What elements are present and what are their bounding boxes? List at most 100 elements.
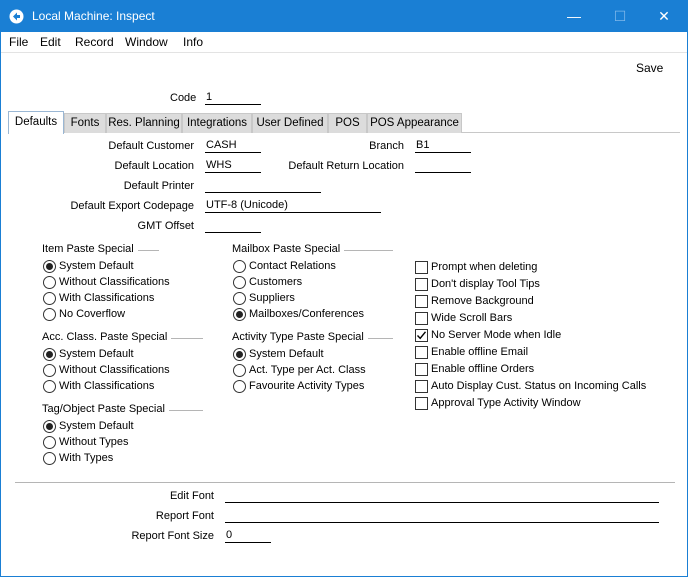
code-label: Code xyxy=(170,92,197,104)
mailbox-paste-group-title: Mailbox Paste Special xyxy=(232,243,345,255)
save-button[interactable]: Save xyxy=(636,61,663,75)
radio-dot xyxy=(236,311,243,318)
radio-label: Without Classifications xyxy=(59,276,170,288)
default-customer-label: Default Customer xyxy=(108,140,194,152)
radio-button[interactable] xyxy=(43,420,56,433)
menu-info[interactable]: Info xyxy=(183,35,203,49)
radio-button[interactable] xyxy=(43,348,56,361)
item-paste-group-title: Item Paste Special xyxy=(42,243,138,255)
radio-button[interactable] xyxy=(233,292,246,305)
checkbox-label: Remove Background xyxy=(431,295,534,307)
report-font-size-field[interactable]: 0 xyxy=(225,529,271,543)
default-export-codepage-field[interactable]: UTF-8 (Unicode) xyxy=(205,199,381,213)
default-location-label: Default Location xyxy=(114,160,195,172)
checkbox-label: Don't display Tool Tips xyxy=(431,278,540,290)
minimize-button[interactable]: — xyxy=(551,1,597,32)
menu-file[interactable]: File xyxy=(9,35,28,49)
radio-label: System Default xyxy=(59,420,134,432)
checkbox-box[interactable] xyxy=(415,397,428,410)
default-customer-field[interactable]: CASH xyxy=(205,139,261,153)
gmt-offset-field[interactable] xyxy=(205,219,261,233)
checkbox-label: Auto Display Cust. Status on Incoming Ca… xyxy=(431,380,647,392)
acc-class-paste-group-title: Acc. Class. Paste Special xyxy=(42,331,172,343)
checkbox-box[interactable] xyxy=(415,278,428,291)
radio-button[interactable] xyxy=(43,380,56,393)
radio-button[interactable] xyxy=(233,364,246,377)
radio-button[interactable] xyxy=(43,364,56,377)
radio-button[interactable] xyxy=(43,436,56,449)
checkbox-label: Enable offline Orders xyxy=(431,363,535,375)
radio-button[interactable] xyxy=(233,260,246,273)
menu-record[interactable]: Record xyxy=(75,35,114,49)
edit-font-field[interactable] xyxy=(225,489,659,503)
radio-label: Act. Type per Act. Class xyxy=(249,364,366,376)
default-printer-label: Default Printer xyxy=(123,180,194,192)
checkbox-box[interactable] xyxy=(415,363,428,376)
report-font-label: Report Font xyxy=(155,510,214,522)
radio-button[interactable] xyxy=(43,292,56,305)
menu-edit[interactable]: Edit xyxy=(40,35,61,49)
menu-window[interactable]: Window xyxy=(125,35,168,49)
radio-dot xyxy=(46,423,53,430)
tab-res-planning[interactable]: Res. Planning xyxy=(106,113,182,133)
toolbar-separator xyxy=(1,52,687,53)
tag-object-paste-group-title: Tag/Object Paste Special xyxy=(42,403,169,415)
tab-fonts[interactable]: Fonts xyxy=(64,113,106,133)
radio-button[interactable] xyxy=(233,308,246,321)
radio-button[interactable] xyxy=(43,276,56,289)
checkbox-box[interactable] xyxy=(415,346,428,359)
radio-button[interactable] xyxy=(43,308,56,321)
tab-pos[interactable]: POS xyxy=(328,113,367,133)
branch-label: Branch xyxy=(369,140,404,152)
radio-label: Mailboxes/Conferences xyxy=(249,308,364,320)
radio-label: With Classifications xyxy=(59,292,155,304)
tab-user-defined[interactable]: User Defined xyxy=(252,113,328,133)
tab-integrations[interactable]: Integrations xyxy=(182,113,252,133)
gmt-offset-label: GMT Offset xyxy=(137,220,194,232)
activity-type-paste-group-title: Activity Type Paste Special xyxy=(232,331,368,343)
checkbox-box[interactable] xyxy=(415,261,428,274)
tab-strip: Defaults Fonts Res. Planning Integration… xyxy=(8,111,680,134)
checkbox-label: Prompt when deleting xyxy=(431,261,538,273)
checkbox-box[interactable] xyxy=(415,329,428,342)
checkbox-label: Wide Scroll Bars xyxy=(431,312,513,324)
checkbox-label: Enable offline Email xyxy=(431,346,529,358)
close-button[interactable]: ✕ xyxy=(641,1,687,32)
radio-button[interactable] xyxy=(233,348,246,361)
radio-button[interactable] xyxy=(233,380,246,393)
checkbox-box[interactable] xyxy=(415,380,428,393)
checkbox-label: Approval Type Activity Window xyxy=(431,397,581,409)
title-bar[interactable]: Local Machine: Inspect — ☐ ✕ xyxy=(1,1,687,32)
checkmark-icon xyxy=(416,331,427,340)
app-icon xyxy=(9,9,24,24)
menu-bar: File Edit Record Window Info xyxy=(1,32,687,52)
maximize-button[interactable]: ☐ xyxy=(597,1,643,32)
radio-label: Contact Relations xyxy=(249,260,336,272)
branch-field[interactable]: B1 xyxy=(415,139,471,153)
radio-label: System Default xyxy=(249,348,324,360)
tab-pos-appearance[interactable]: POS Appearance xyxy=(367,113,462,133)
radio-dot xyxy=(236,351,243,358)
radio-label: Favourite Activity Types xyxy=(249,380,365,392)
inspect-window: Local Machine: Inspect — ☐ ✕ File Edit R… xyxy=(0,0,688,577)
section-divider xyxy=(15,482,675,483)
radio-button[interactable] xyxy=(43,452,56,465)
radio-label: With Types xyxy=(59,452,114,464)
radio-label: With Classifications xyxy=(59,380,155,392)
checkbox-label: No Server Mode when Idle xyxy=(431,329,562,341)
radio-button[interactable] xyxy=(233,276,246,289)
radio-label: Without Classifications xyxy=(59,364,170,376)
code-field[interactable]: 1 xyxy=(205,91,261,105)
report-font-size-label: Report Font Size xyxy=(131,530,214,542)
radio-dot xyxy=(46,263,53,270)
report-font-field[interactable] xyxy=(225,509,659,523)
default-printer-field[interactable] xyxy=(205,179,321,193)
radio-button[interactable] xyxy=(43,260,56,273)
tab-defaults[interactable]: Defaults xyxy=(8,111,64,134)
checkbox-box[interactable] xyxy=(415,295,428,308)
default-location-field[interactable]: WHS xyxy=(205,159,261,173)
checkbox-box[interactable] xyxy=(415,312,428,325)
default-return-location-field[interactable] xyxy=(415,159,471,173)
window-title: Local Machine: Inspect xyxy=(32,9,155,23)
radio-label: System Default xyxy=(59,260,134,272)
